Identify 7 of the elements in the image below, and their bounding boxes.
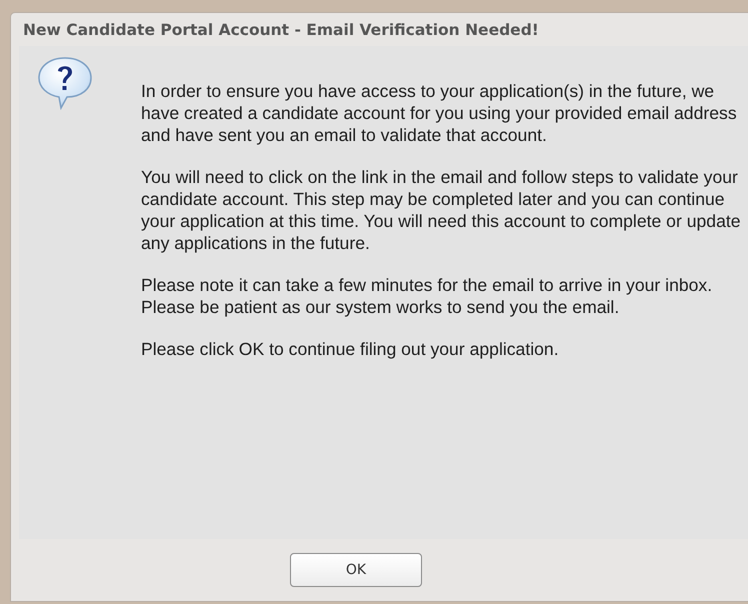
message-paragraph: You will need to click on the link in the email and follow steps to validate your candidate account. This step may be completed later and you can continue your application at this time. You will need this account to complete or update any applications in the future.: [141, 166, 742, 254]
ok-button[interactable]: OK: [290, 553, 422, 587]
message-paragraph: In order to ensure you have access to your application(s) in the future, we have created a candidate account for you using your provided email address and have sent you an email to validate that account.: [141, 80, 738, 146]
message-paragraph: Please click OK to continue filing out your application.: [141, 338, 560, 360]
dialog-title: New Candidate Portal Account - Email Verification Needed!: [22, 20, 540, 41]
message-paragraph: Please note it can take a few minutes for the email to arrive in your inbox. Please be patient as our system works to send you the email.: [141, 274, 714, 318]
question-bubble-icon: [37, 56, 93, 110]
